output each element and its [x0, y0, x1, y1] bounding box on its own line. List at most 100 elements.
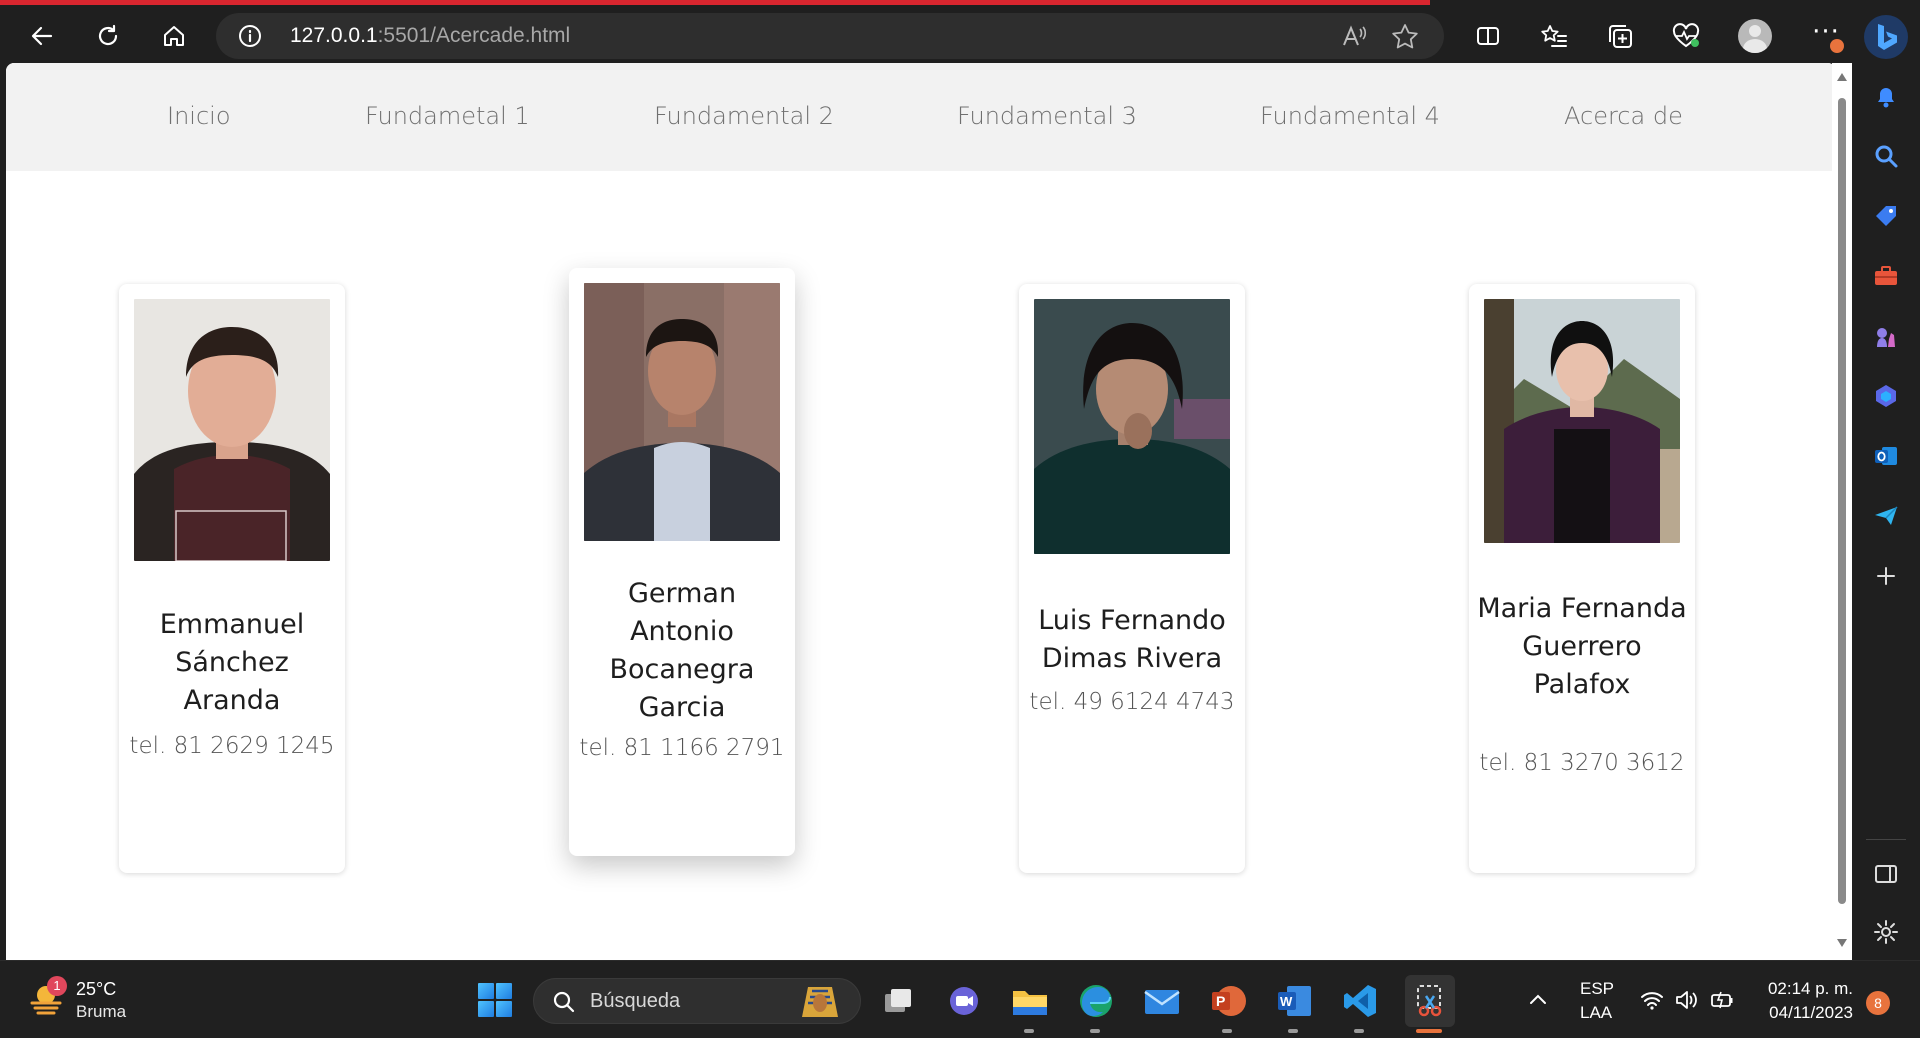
mail-button[interactable] — [1140, 979, 1184, 1023]
running-indicator — [1090, 1029, 1100, 1033]
collections-button[interactable] — [1598, 14, 1642, 58]
bing-copilot-button[interactable] — [1864, 15, 1908, 59]
read-aloud-icon[interactable] — [1340, 23, 1368, 51]
address-bar[interactable]: 127.0.0.1:5501/Acercade.html — [216, 13, 1444, 59]
nav-link-fundamental-2[interactable]: Fundamental 2 — [654, 102, 834, 130]
weather-description: Bruma — [76, 1002, 127, 1021]
member-phone: tel. 49 6124 4743 — [1029, 689, 1235, 715]
member-photo — [1034, 299, 1230, 554]
page-viewport: Inicio Fundametal 1 Fundamental 2 Fundam… — [6, 63, 1836, 960]
active-indicator — [1416, 1029, 1442, 1033]
scroll-up-arrow-icon[interactable] — [1837, 73, 1847, 81]
sidebar-divider — [1866, 839, 1906, 840]
notification-count-badge[interactable]: 8 — [1866, 991, 1890, 1015]
taskbar-search[interactable]: Búsqueda — [533, 978, 861, 1024]
clock-date[interactable]: 04/11/2023 — [1761, 1003, 1853, 1023]
search-highlight-pharaoh-icon — [802, 987, 838, 1017]
nav-link-fundamental-4[interactable]: Fundamental 4 — [1260, 102, 1440, 130]
site-info-icon[interactable] — [238, 24, 262, 48]
snipping-tool-button[interactable] — [1408, 979, 1452, 1023]
member-photo — [1484, 299, 1680, 543]
teams-chat-button[interactable] — [942, 979, 986, 1023]
drop-send-icon[interactable] — [1873, 503, 1899, 529]
vscode-button[interactable] — [1338, 979, 1382, 1023]
member-phone: tel. 81 3270 3612 — [1479, 750, 1685, 776]
file-explorer-button[interactable] — [1008, 979, 1052, 1023]
member-photo — [134, 299, 330, 561]
member-name: German Antonio Bocanegra Garcia — [609, 578, 755, 723]
team-member-card: Luis Fernando Dimas Rivera tel. 49 6124 … — [1019, 284, 1245, 873]
running-indicator — [1288, 1029, 1298, 1033]
favorite-star-icon[interactable] — [1390, 22, 1420, 52]
keyboard-layout[interactable]: LAA — [1580, 1003, 1612, 1023]
sidebar-settings-gear-icon[interactable] — [1873, 919, 1899, 945]
refresh-button[interactable] — [86, 14, 130, 58]
running-indicator — [1354, 1029, 1364, 1033]
browser-essentials-button[interactable] — [1664, 14, 1708, 58]
team-member-card: Emmanuel Sánchez Aranda tel. 81 2629 124… — [119, 284, 345, 873]
url-path: :5501/Acercade.html — [377, 24, 571, 47]
url-text: 127.0.0.1:5501/Acercade.html — [290, 24, 570, 48]
home-button[interactable] — [152, 14, 196, 58]
scroll-down-arrow-icon[interactable] — [1837, 939, 1847, 947]
task-view-button[interactable] — [876, 979, 920, 1023]
member-phone: tel. 81 2629 1245 — [129, 733, 335, 759]
volume-icon[interactable] — [1674, 989, 1698, 1011]
word-icon: W — [1278, 986, 1311, 1016]
vscode-icon — [1344, 985, 1376, 1017]
folder-icon — [1013, 991, 1047, 1015]
powerpoint-icon: P — [1212, 986, 1246, 1016]
running-indicator — [1024, 1029, 1034, 1033]
profile-avatar[interactable] — [1738, 19, 1772, 53]
show-hidden-icons-chevron-up-icon[interactable] — [1528, 991, 1548, 1007]
back-button[interactable] — [20, 14, 64, 58]
scrollbar-thumb[interactable] — [1838, 98, 1846, 904]
search-placeholder: Búsqueda — [590, 990, 681, 1012]
word-button[interactable]: W — [1272, 979, 1316, 1023]
update-available-icon — [1830, 39, 1844, 53]
start-button[interactable] — [478, 983, 512, 1017]
member-phone: tel. 81 1166 2791 — [579, 735, 785, 761]
battery-charging-icon[interactable] — [1710, 989, 1734, 1011]
collections-icon — [1609, 25, 1632, 48]
add-plus-icon[interactable] — [1873, 563, 1899, 589]
task-view-icon — [885, 989, 911, 1012]
microsoft-365-icon[interactable] — [1873, 383, 1899, 409]
nav-link-fundamental-1[interactable]: Fundametal 1 — [365, 102, 530, 130]
powerpoint-button[interactable]: P — [1206, 979, 1250, 1023]
top-navigation: Inicio Fundametal 1 Fundamental 2 Fundam… — [6, 63, 1836, 171]
notifications-bell-icon[interactable] — [1873, 83, 1899, 109]
nav-link-fundamental-3[interactable]: Fundamental 3 — [957, 102, 1137, 130]
nav-link-inicio[interactable]: Inicio — [167, 102, 231, 130]
search-icon[interactable] — [1873, 143, 1899, 169]
browser-toolbar: 127.0.0.1:5501/Acercade.html ··· — [0, 5, 1920, 65]
shopping-tag-icon[interactable] — [1873, 203, 1899, 229]
edge-button[interactable] — [1074, 979, 1118, 1023]
outlook-icon[interactable] — [1873, 443, 1899, 469]
running-indicator — [1222, 1029, 1232, 1033]
page-scrollbar[interactable] — [1832, 63, 1852, 960]
tools-toolbox-icon[interactable] — [1873, 263, 1899, 289]
bing-logo-icon — [1878, 24, 1897, 50]
games-chess-icon[interactable] — [1873, 323, 1899, 349]
nav-link-acerca-de[interactable]: Acerca de — [1564, 102, 1683, 130]
start-logo-tile — [496, 1001, 512, 1017]
weather-badge: 1 — [47, 976, 67, 996]
clock-time[interactable]: 02:14 p. m. — [1763, 979, 1853, 999]
svg-text:P: P — [1216, 993, 1225, 1009]
mail-envelope-icon — [1144, 990, 1180, 1014]
favorites-list-icon — [1541, 25, 1567, 47]
search-icon — [553, 991, 575, 1013]
hide-sidebar-icon[interactable] — [1873, 861, 1899, 887]
edge-browser-icon — [1080, 985, 1112, 1017]
refresh-icon — [98, 24, 118, 46]
home-icon — [164, 26, 184, 46]
split-screen-button[interactable] — [1466, 14, 1510, 58]
start-logo-tile — [496, 983, 512, 999]
wifi-icon[interactable] — [1640, 989, 1664, 1011]
split-screen-icon — [1477, 27, 1499, 45]
member-name: Maria Fernanda Guerrero Palafox — [1477, 593, 1687, 700]
language-code[interactable]: ESP — [1580, 979, 1614, 999]
member-photo — [584, 283, 780, 541]
favorites-button[interactable] — [1532, 14, 1576, 58]
